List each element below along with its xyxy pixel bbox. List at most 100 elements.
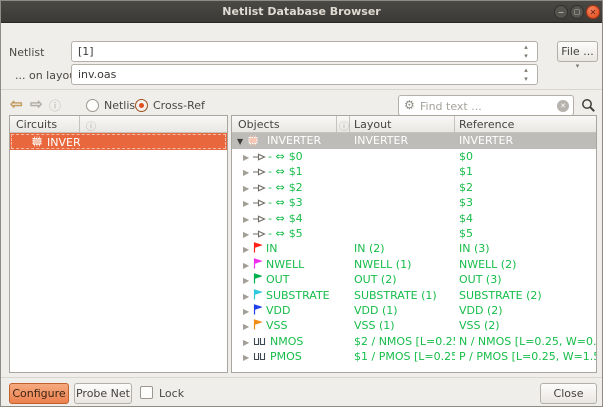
reference-cell: OUT (3) bbox=[455, 272, 596, 287]
expand-icon[interactable]: ▶ bbox=[243, 227, 253, 241]
tree-row-pin[interactable]: ▶- ⇔$2 $2 bbox=[232, 180, 596, 195]
search-input[interactable] bbox=[420, 100, 550, 113]
layout-combo[interactable]: inv.oas ▴▾ bbox=[71, 64, 538, 85]
reference-cell: SUBSTRATE (2) bbox=[455, 288, 596, 303]
net-flag-icon bbox=[253, 319, 262, 333]
tree-row-device[interactable]: ▶PMOS $1 / PMOS [L=0.25, W=1.5] P / PMOS… bbox=[232, 349, 596, 364]
reference-cell: $2 bbox=[455, 180, 596, 195]
expand-icon[interactable]: ▶ bbox=[243, 150, 253, 164]
netlist-combo[interactable]: [1] ▴▾ bbox=[71, 41, 538, 62]
net-flag-icon bbox=[253, 258, 262, 272]
tree-row-circuit[interactable]: ▼INVERTER INVERTER INVERTER bbox=[232, 133, 596, 149]
tree-row-pin[interactable]: ▶- ⇔$5 $5 bbox=[232, 226, 596, 241]
reference-cell: $4 bbox=[455, 211, 596, 226]
tree-row-device[interactable]: ▶NMOS $2 / NMOS [L=0.25, W=0.9] N / NMOS… bbox=[232, 334, 596, 349]
expand-icon[interactable]: ▶ bbox=[243, 258, 253, 272]
tree-row-net[interactable]: ▶NWELL NWELL (1) NWELL (2) bbox=[232, 257, 596, 272]
tree-row-pin[interactable]: ▶- ⇔$3 $3 bbox=[232, 195, 596, 210]
forward-arrow-icon[interactable]: ⇨ bbox=[30, 96, 43, 112]
title-bar[interactable]: Netlist Database Browser − ▢ ✕ bbox=[1, 1, 602, 23]
file-menu-button[interactable]: File ... ▾ bbox=[557, 41, 598, 62]
object-name: $3 bbox=[289, 196, 303, 209]
layout-cell bbox=[350, 211, 455, 226]
search-clear-icon[interactable]: ✕ bbox=[557, 100, 569, 112]
tree-row-net[interactable]: ▶VDD VDD (1) VDD (2) bbox=[232, 303, 596, 318]
spinner-arrows-icon[interactable]: ▴▾ bbox=[520, 66, 532, 84]
object-name: OUT bbox=[266, 273, 289, 286]
pin-link-icon: - ⇔ bbox=[268, 181, 285, 194]
configure-button[interactable]: Configure bbox=[9, 383, 69, 404]
expand-icon[interactable]: ▶ bbox=[243, 289, 253, 303]
probe-net-button[interactable]: Probe Net bbox=[74, 383, 132, 404]
reference-cell: NWELL (2) bbox=[455, 257, 596, 272]
radio-netlist[interactable] bbox=[86, 99, 99, 112]
objects-panel: Objects ⓘ Layout Reference ▼INVERTER INV… bbox=[231, 115, 597, 373]
maximize-button[interactable]: ▢ bbox=[570, 5, 584, 19]
search-box[interactable]: ⚙ ✕ bbox=[398, 95, 574, 116]
netlist-label: Netlist bbox=[9, 46, 44, 59]
reference-column-header[interactable]: Reference bbox=[455, 116, 596, 132]
object-name: NMOS bbox=[270, 335, 303, 348]
separator bbox=[1, 89, 602, 90]
expand-icon[interactable]: ▼ bbox=[237, 134, 247, 149]
circuits-column-header[interactable]: Circuits bbox=[10, 116, 80, 132]
expand-icon[interactable]: ▶ bbox=[243, 181, 253, 195]
circuit-chip-icon bbox=[31, 137, 43, 150]
expand-icon[interactable]: ▶ bbox=[243, 242, 253, 256]
expand-icon[interactable]: ▶ bbox=[243, 212, 253, 226]
layout-cell bbox=[350, 226, 455, 241]
tree-row-net[interactable]: ▶SUBSTRATE SUBSTRATE (1) SUBSTRATE (2) bbox=[232, 288, 596, 303]
pin-icon bbox=[253, 196, 266, 210]
pin-icon bbox=[253, 165, 266, 179]
objects-header: Objects ⓘ Layout Reference bbox=[232, 116, 596, 133]
tree-row-pin[interactable]: ▶- ⇔$1 $1 bbox=[232, 164, 596, 179]
minimize-button[interactable]: − bbox=[554, 5, 568, 19]
expand-icon[interactable]: ▶ bbox=[243, 350, 253, 364]
reference-cell: INVERTER bbox=[455, 133, 596, 149]
netlist-combo-value: [1] bbox=[78, 45, 94, 58]
mos-device-icon bbox=[253, 335, 266, 349]
net-flag-icon bbox=[253, 242, 262, 256]
circuit-row-inverter[interactable]: INVERTER bbox=[10, 133, 227, 150]
search-options-gear-icon[interactable]: ⚙ bbox=[404, 98, 415, 112]
window-title: Netlist Database Browser bbox=[1, 5, 602, 18]
tree-row-net[interactable]: ▶IN IN (2) IN (3) bbox=[232, 241, 596, 256]
object-name: VSS bbox=[266, 319, 288, 332]
info-icon[interactable]: ⓘ bbox=[49, 98, 61, 114]
lock-checkbox-label[interactable]: Lock bbox=[159, 387, 184, 400]
radio-crossref[interactable] bbox=[135, 99, 148, 112]
object-name: IN bbox=[266, 242, 277, 255]
close-window-button[interactable]: ✕ bbox=[586, 5, 600, 19]
reference-cell: VSS (2) bbox=[455, 318, 596, 333]
object-name: INVERTER bbox=[267, 134, 321, 147]
tree-row-pin[interactable]: ▶- ⇔$4 $4 bbox=[232, 211, 596, 226]
expand-icon[interactable]: ▶ bbox=[243, 304, 253, 318]
expand-icon[interactable]: ▶ bbox=[243, 165, 253, 179]
lock-checkbox[interactable] bbox=[140, 386, 153, 399]
objects-column-header[interactable]: Objects bbox=[232, 116, 337, 132]
back-arrow-icon[interactable]: ⇦ bbox=[10, 96, 23, 112]
pin-link-icon: - ⇔ bbox=[268, 196, 285, 209]
expand-icon[interactable]: ▶ bbox=[243, 273, 253, 287]
circuit-name: INVERTER bbox=[47, 136, 80, 149]
pin-link-icon: - ⇔ bbox=[268, 150, 285, 163]
info-column-icon[interactable]: ⓘ bbox=[337, 116, 350, 132]
search-magnifier-icon[interactable] bbox=[581, 98, 596, 116]
expand-icon[interactable]: ▶ bbox=[243, 335, 253, 349]
file-menu-label: File ... bbox=[561, 45, 593, 58]
expand-icon[interactable]: ▶ bbox=[243, 196, 253, 210]
tree-row-net[interactable]: ▶OUT OUT (2) OUT (3) bbox=[232, 272, 596, 287]
expand-icon[interactable]: ▶ bbox=[243, 319, 253, 333]
mos-device-icon bbox=[253, 350, 266, 364]
close-button[interactable]: Close bbox=[540, 383, 597, 404]
reference-cell: N / NMOS [L=0.25, W=0.9] bbox=[455, 334, 596, 349]
tree-row-net[interactable]: ▶VSS VSS (1) VSS (2) bbox=[232, 318, 596, 333]
radio-crossref-label[interactable]: Cross-Ref bbox=[153, 99, 205, 112]
info-column-icon[interactable]: ⓘ bbox=[80, 116, 227, 132]
spinner-arrows-icon[interactable]: ▴▾ bbox=[520, 43, 532, 61]
object-name: $1 bbox=[289, 165, 303, 178]
net-flag-icon bbox=[253, 273, 262, 287]
net-flag-icon bbox=[253, 304, 262, 318]
layout-column-header[interactable]: Layout bbox=[350, 116, 455, 132]
tree-row-pin[interactable]: ▶- ⇔$0 $0 bbox=[232, 149, 596, 164]
